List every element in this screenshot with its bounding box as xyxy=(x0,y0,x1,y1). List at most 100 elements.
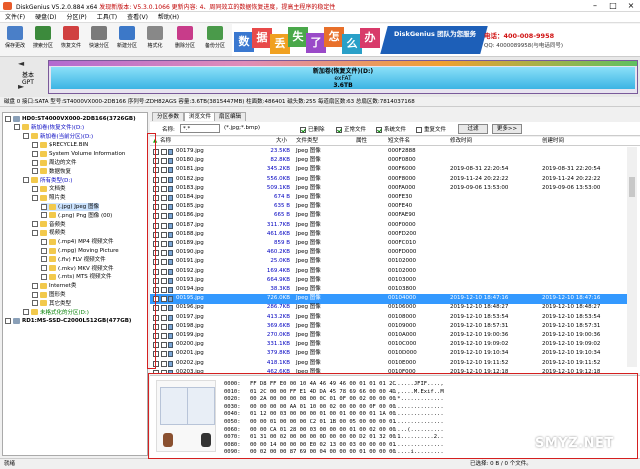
tree-item[interactable]: (.jpg) Jpeg 图像 xyxy=(41,203,100,211)
checkbox-icon[interactable] xyxy=(153,314,159,321)
tree-item[interactable]: 文档类 xyxy=(32,185,66,193)
checkbox-icon[interactable] xyxy=(153,213,159,220)
expand-toggle-icon[interactable] xyxy=(41,273,47,280)
tree-item[interactable]: (.mts) MTS 视频文件 xyxy=(41,273,112,281)
checkbox-icon[interactable] xyxy=(153,195,159,201)
checkbox-icon[interactable] xyxy=(153,360,159,367)
col-attr[interactable]: 属性 xyxy=(356,137,367,146)
filter-button[interactable]: 过滤 xyxy=(458,124,488,134)
tree-item[interactable]: 音频类 xyxy=(32,221,66,229)
checkbox-icon[interactable] xyxy=(161,158,167,165)
menu-partition[interactable]: 分区(P) xyxy=(61,12,91,23)
expand-toggle-icon[interactable] xyxy=(5,115,11,122)
checkbox-icon[interactable] xyxy=(153,259,159,266)
format-button[interactable]: 格式化 xyxy=(144,25,166,49)
checkbox-icon[interactable] xyxy=(153,268,159,275)
expand-toggle-icon[interactable] xyxy=(41,212,47,219)
checkbox-icon[interactable] xyxy=(161,351,167,358)
checkbox-icon[interactable] xyxy=(153,250,159,257)
recover-file-button[interactable]: 恢复文件 xyxy=(60,25,82,49)
checkbox-icon[interactable] xyxy=(153,167,159,174)
minimize-icon[interactable]: – xyxy=(586,0,604,12)
checkbox-icon[interactable] xyxy=(153,296,159,303)
checkbox-icon[interactable] xyxy=(161,213,167,220)
expand-toggle-icon[interactable] xyxy=(32,300,38,307)
expand-toggle-icon[interactable] xyxy=(41,256,47,263)
file-row[interactable]: 00197.jpg 413.2KB Jpeg 图像 00108000 2019-12-1… xyxy=(150,313,628,322)
file-row[interactable]: 00187.jpg 311.7KB Jpeg 图像 000F0000 xyxy=(150,221,628,230)
expand-toggle-icon[interactable] xyxy=(14,124,20,131)
checkbox-icon[interactable] xyxy=(153,176,159,183)
partition-bar[interactable]: 新加卷(恢复文件)(D:) exFAT 3.6TB xyxy=(51,67,635,89)
checkbox-icon[interactable] xyxy=(376,126,382,133)
col-short-name[interactable]: 短文件名 xyxy=(388,137,410,146)
file-row[interactable]: 00191.jpg 25.0KB Jpeg 图像 00102000 xyxy=(150,257,628,266)
checkbox-icon[interactable] xyxy=(153,231,159,238)
expand-toggle-icon[interactable] xyxy=(32,185,38,192)
tree-item[interactable]: Internet类 xyxy=(32,282,76,290)
expand-toggle-icon[interactable] xyxy=(41,265,47,272)
checkbox-icon[interactable] xyxy=(336,126,342,133)
checkbox-icon[interactable] xyxy=(161,360,167,367)
menu-help[interactable]: 帮助(H) xyxy=(153,12,184,23)
file-row[interactable]: 00193.jpg 664.9KB Jpeg 图像 00103000 xyxy=(150,276,628,285)
expand-toggle-icon[interactable] xyxy=(32,282,38,289)
checkbox-icon[interactable] xyxy=(161,204,167,211)
checkbox-icon[interactable] xyxy=(161,167,167,174)
checkbox-icon[interactable] xyxy=(161,296,167,303)
menu-view[interactable]: 查看(V) xyxy=(122,12,153,23)
tab-partition-params[interactable]: 分区参数 xyxy=(152,112,185,121)
checkbox-icon[interactable] xyxy=(161,342,167,349)
file-row[interactable]: 00188.jpg 461.6KB Jpeg 图像 000FD200 xyxy=(150,230,628,239)
expand-toggle-icon[interactable] xyxy=(5,317,11,324)
file-row[interactable]: 00182.jpg 556.0KB Jpeg 图像 000F8000 2019-11-2… xyxy=(150,175,628,184)
tree-item[interactable]: 周边的文件 xyxy=(32,159,77,167)
check-system[interactable]: 系统文件 xyxy=(376,125,406,133)
expand-toggle-icon[interactable] xyxy=(23,309,29,316)
checkbox-icon[interactable] xyxy=(161,323,167,330)
file-row[interactable]: 00203.jpg 462.6KB Jpeg 图像 0010F000 2019-12-1… xyxy=(150,368,628,373)
maximize-icon[interactable]: □ xyxy=(604,0,622,12)
expand-toggle-icon[interactable] xyxy=(41,238,47,245)
file-row[interactable]: 00179.jpg 23.5KB Jpeg 图像 000F2888 xyxy=(150,147,628,156)
expand-toggle-icon[interactable] xyxy=(32,159,38,166)
checkbox-icon[interactable] xyxy=(161,314,167,321)
file-row[interactable]: 00201.jpg 379.8KB Jpeg 图像 0010D000 2019-12-1… xyxy=(150,349,628,358)
more-button[interactable]: 更多>> xyxy=(492,124,522,134)
update-notice[interactable]: 发现新版本: V5.3.0.1066 更新内容: 4、周同效立的数据恢复进度，提… xyxy=(99,4,335,11)
tree-item[interactable]: (.mpg) Moving Picture xyxy=(41,247,119,255)
checkbox-icon[interactable] xyxy=(161,222,167,229)
name-input[interactable] xyxy=(180,124,220,133)
checkbox-icon[interactable] xyxy=(161,176,167,183)
menu-file[interactable]: 文件(F) xyxy=(0,12,30,23)
tree-item[interactable]: (.mkv) MKV 视频文件 xyxy=(41,265,113,273)
checkbox-icon[interactable] xyxy=(161,149,167,155)
file-row[interactable]: 00202.jpg 418.1KB Jpeg 图像 0010E000 2019-12-1… xyxy=(150,359,628,368)
tree-item[interactable]: 其它类型 xyxy=(32,300,71,308)
backup-partition-button[interactable]: 备份分区 xyxy=(204,25,226,49)
tree-item[interactable]: 新加卷(恢复文件)(D:) xyxy=(14,124,84,132)
file-row[interactable]: 00189.jpg 859 B Jpeg 图像 000FC010 xyxy=(150,239,628,248)
close-icon[interactable]: × xyxy=(622,0,640,12)
checkbox-icon[interactable] xyxy=(153,185,159,192)
file-row[interactable]: 00190.jpg 460.2KB Jpeg 图像 000FD000 xyxy=(150,248,628,257)
col-name[interactable]: 名称 xyxy=(160,137,171,146)
file-row[interactable]: 00181.jpg 345.2KB Jpeg 图像 000F6000 2019-08-3… xyxy=(150,165,628,174)
tree-item[interactable]: HD0:ST4000VX000-2DB166(3726GB) xyxy=(5,115,136,123)
col-mtime[interactable]: 修改时间 xyxy=(450,137,472,146)
checkbox-icon[interactable] xyxy=(161,250,167,257)
checkbox-icon[interactable] xyxy=(161,287,167,293)
file-row[interactable]: 00192.jpg 169.4KB Jpeg 图像 00102000 xyxy=(150,267,628,276)
checkbox-icon[interactable] xyxy=(153,158,159,165)
tree-item[interactable]: 视频类 xyxy=(32,229,66,237)
partition-block[interactable]: 新加卷(恢复文件)(D:) exFAT 3.6TB xyxy=(48,60,638,94)
menu-tools[interactable]: 工具(T) xyxy=(92,12,122,23)
checkbox-icon[interactable] xyxy=(153,287,159,293)
checkbox-icon[interactable] xyxy=(161,333,167,339)
col-size[interactable]: 大小 xyxy=(276,137,287,146)
file-row[interactable]: 00185.jpg 635 B Jpeg 图像 000FE40 xyxy=(150,202,628,211)
scroll-thumb[interactable] xyxy=(629,177,635,197)
check-normal[interactable]: 正常文件 xyxy=(336,125,366,133)
tree-item[interactable]: (.mp4) MP4 视频文件 xyxy=(41,238,113,246)
expand-toggle-icon[interactable] xyxy=(32,229,38,236)
